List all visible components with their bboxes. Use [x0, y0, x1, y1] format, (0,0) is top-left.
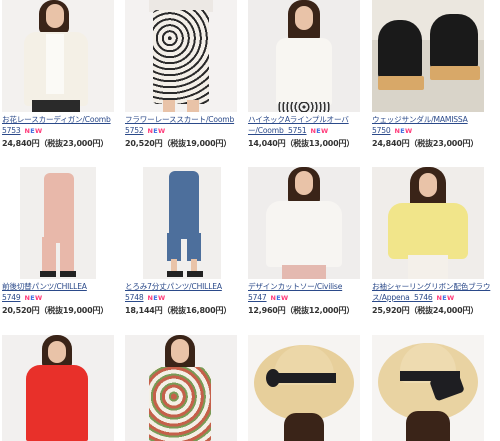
new-badge: NEW [270, 294, 289, 302]
new-badge: NEW [24, 127, 43, 135]
product-grid: お花レースカーディガン/Coomb 5753 NEW 24,840円（税抜23,00… [0, 0, 500, 441]
cropped-pants-photo-icon[interactable] [125, 167, 237, 279]
new-badge: NEW [24, 294, 43, 302]
product-price: 24,840円（税抜23,000円） [2, 139, 109, 148]
pants-photo-icon[interactable] [2, 167, 114, 279]
new-badge: NEW [310, 127, 329, 135]
product-name-link[interactable]: 前後切替パンツ/CHILLEA 5749 NEW [2, 281, 126, 304]
new-badge: NEW [436, 294, 455, 302]
product-name-link[interactable]: お花レースカーディガン/Coomb 5753 NEW [2, 114, 126, 137]
new-badge: NEW [147, 127, 166, 135]
coat-photo-icon[interactable] [2, 335, 114, 441]
product-price: 14,040円（税抜13,000円） [248, 139, 355, 148]
new-badge: NEW [394, 127, 413, 135]
skirt-photo-icon[interactable] [125, 0, 237, 112]
product-price: 24,840円（税抜23,000円） [372, 139, 479, 148]
product-name-link[interactable]: ハイネックAラインプルオーバー/Coomb 5751 NEW [248, 114, 372, 137]
blouse-photo-icon[interactable] [372, 167, 484, 279]
product-name-link[interactable]: お袖シャーリングリボン配色ブラウス/Appena 5746 NEW [372, 281, 496, 304]
product-price: 12,960円（税抜12,000円） [248, 306, 355, 315]
new-badge: NEW [147, 294, 166, 302]
product-price: 20,520円（税抜19,000円） [125, 139, 232, 148]
product-name-link[interactable]: とろみ7分丈パンツ/CHILLEA 5748 NEW [125, 281, 249, 304]
product-price: 18,144円（税抜16,800円） [125, 306, 232, 315]
cardigan-photo-icon[interactable] [2, 0, 114, 112]
sandal-photo-icon[interactable] [372, 0, 484, 112]
product-name-link[interactable]: ウェッジサンダル/MAMISSA 5750 NEW [372, 114, 496, 137]
cutsew-photo-icon[interactable] [248, 167, 360, 279]
product-price: 25,920円（税抜24,000円） [372, 306, 479, 315]
straw-hat-photo-icon[interactable] [248, 335, 360, 441]
straw-hat-2-photo-icon[interactable] [372, 335, 484, 441]
floral-cardigan-photo-icon[interactable] [125, 335, 237, 441]
pullover-photo-icon[interactable] [248, 0, 360, 112]
product-name-link[interactable]: デザインカットソー/Civilise 5747 NEW [248, 281, 372, 304]
product-price: 20,520円（税抜19,000円） [2, 306, 109, 315]
product-name-link[interactable]: フラワーレーススカート/Coomb 5752 NEW [125, 114, 249, 137]
